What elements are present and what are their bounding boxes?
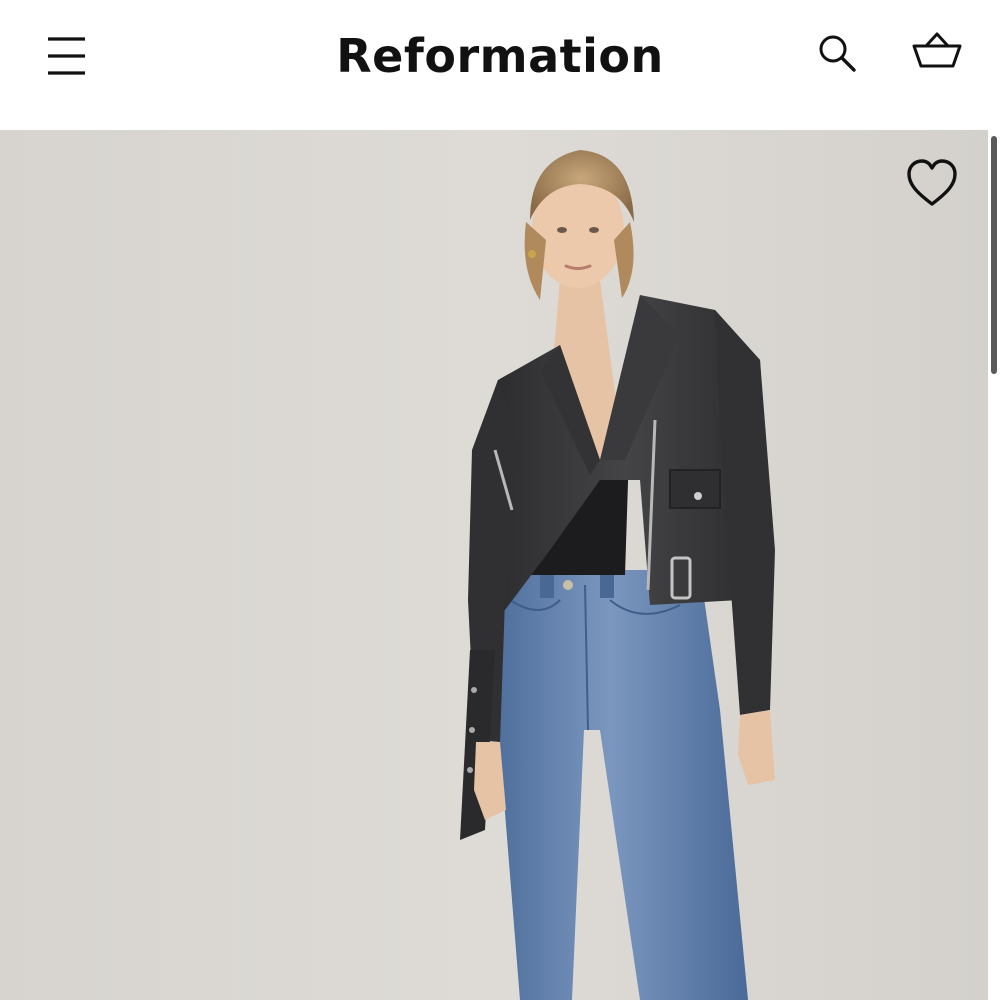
wishlist-button[interactable] — [904, 158, 960, 210]
scrollbar-thumb[interactable] — [991, 136, 997, 374]
search-icon — [819, 35, 856, 72]
shopping-bag-button[interactable] — [908, 26, 966, 78]
product-image[interactable] — [0, 130, 988, 1000]
search-button[interactable] — [812, 28, 862, 78]
scrollbar[interactable] — [988, 130, 1000, 1000]
shopping-basket-icon — [912, 32, 962, 68]
model-photo — [0, 130, 988, 1000]
site-header: Reformation — [0, 0, 1000, 130]
heart-outline-icon — [907, 159, 957, 206]
